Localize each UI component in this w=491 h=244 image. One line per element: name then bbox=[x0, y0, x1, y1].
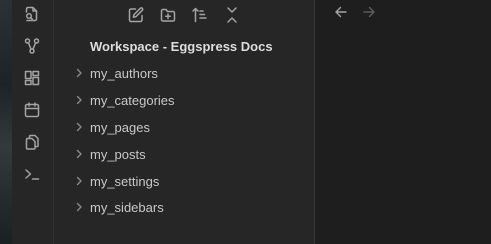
new-folder-button[interactable] bbox=[157, 4, 179, 26]
chevron-right-icon bbox=[70, 144, 88, 164]
folder-label: my_authors bbox=[90, 65, 158, 81]
graph-view-button[interactable] bbox=[22, 36, 42, 56]
navigate-back-icon bbox=[333, 4, 349, 20]
daily-note-button[interactable] bbox=[22, 100, 42, 120]
collapse-all-button[interactable] bbox=[221, 4, 243, 26]
folder-item-my-sidebars[interactable]: my_sidebars bbox=[70, 197, 310, 217]
left-ribbon bbox=[12, 0, 54, 244]
folder-label: my_pages bbox=[90, 119, 150, 135]
navigate-forward-button[interactable] bbox=[359, 2, 379, 22]
ribbon-edge-background bbox=[0, 0, 12, 244]
file-explorer-toolbar bbox=[54, 0, 314, 30]
new-note-button[interactable] bbox=[125, 4, 147, 26]
templates-button[interactable] bbox=[22, 132, 42, 152]
templates-copy-icon bbox=[23, 133, 41, 151]
folder-label: my_posts bbox=[90, 146, 146, 162]
sort-icon bbox=[191, 6, 209, 24]
graph-view-icon bbox=[23, 37, 41, 55]
quick-switcher-button[interactable] bbox=[22, 4, 42, 24]
chevron-right-icon bbox=[70, 171, 88, 191]
new-note-icon bbox=[127, 6, 145, 24]
sort-button[interactable] bbox=[189, 4, 211, 26]
chevron-right-icon bbox=[70, 90, 88, 110]
file-explorer-sidebar: Workspace - Eggspress Docs my_authors my… bbox=[54, 0, 315, 244]
chevron-right-icon bbox=[70, 117, 88, 137]
canvas-icon bbox=[23, 69, 41, 87]
collapse-all-icon bbox=[223, 6, 241, 24]
folder-item-my-settings[interactable]: my_settings bbox=[70, 171, 310, 191]
daily-note-calendar-icon bbox=[23, 101, 41, 119]
folder-label: my_settings bbox=[90, 173, 160, 189]
navigate-forward-icon bbox=[361, 4, 377, 20]
editor-area bbox=[315, 0, 491, 244]
folder-item-my-pages[interactable]: my_pages bbox=[70, 117, 310, 137]
folder-item-my-categories[interactable]: my_categories bbox=[70, 90, 310, 110]
folder-label: my_sidebars bbox=[90, 199, 164, 215]
chevron-right-icon bbox=[70, 197, 88, 217]
navigate-back-button[interactable] bbox=[331, 2, 351, 22]
folder-item-my-posts[interactable]: my_posts bbox=[70, 144, 310, 164]
open-quick-switcher-icon bbox=[23, 5, 41, 23]
new-folder-icon bbox=[159, 6, 177, 24]
vault-name[interactable]: Workspace - Eggspress Docs bbox=[90, 39, 273, 54]
canvas-button[interactable] bbox=[22, 68, 42, 88]
folder-item-my-authors[interactable]: my_authors bbox=[70, 63, 310, 83]
chevron-right-icon bbox=[70, 63, 88, 83]
terminal-prompt-icon bbox=[23, 165, 41, 183]
folder-label: my_categories bbox=[90, 92, 175, 108]
terminal-button[interactable] bbox=[22, 164, 42, 184]
